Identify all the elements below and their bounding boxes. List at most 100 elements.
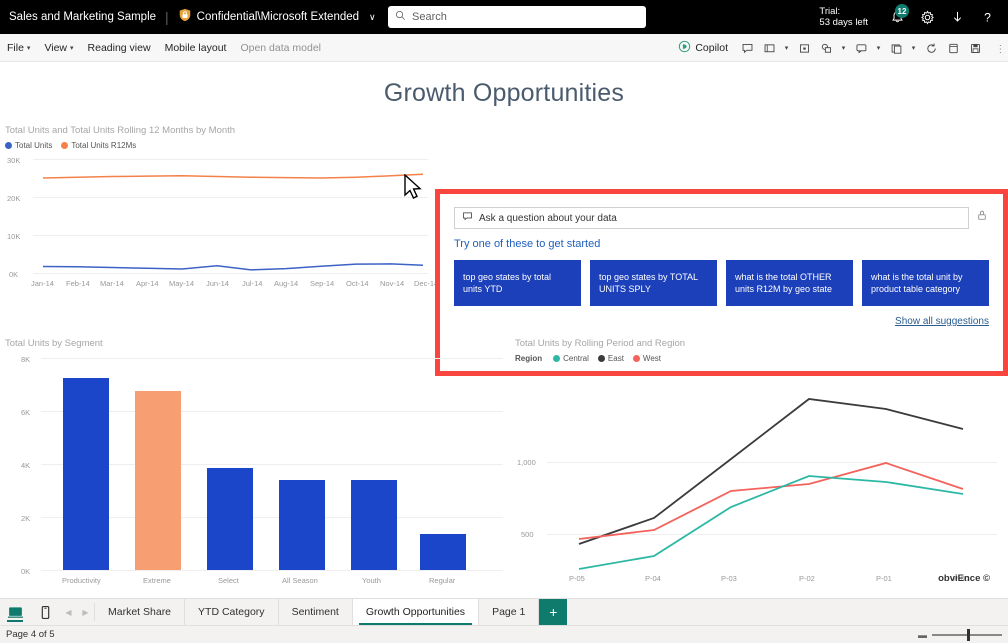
qna-suggestion-button[interactable]: what is the total unit by product table … bbox=[862, 260, 989, 306]
ribbon-item-reading-view[interactable]: Reading view bbox=[81, 34, 158, 62]
gridline bbox=[41, 570, 503, 571]
notification-count-badge: 12 bbox=[895, 4, 909, 18]
add-page-button[interactable]: + bbox=[539, 599, 567, 625]
y-tick-label: 2K bbox=[21, 514, 30, 523]
page-tab-bar: ◀ ▶ Market Share YTD Category Sentiment … bbox=[0, 598, 1008, 625]
x-tick-label: Youth bbox=[362, 576, 381, 585]
page-tab-page-1[interactable]: Page 1 bbox=[479, 599, 539, 625]
show-all-suggestions-link[interactable]: Show all suggestions bbox=[895, 316, 989, 327]
page-tab-ytd-category[interactable]: YTD Category bbox=[185, 599, 279, 625]
help-question-icon[interactable]: ? bbox=[972, 0, 1002, 34]
refresh-icon[interactable] bbox=[920, 34, 942, 62]
gridline bbox=[41, 358, 503, 359]
copilot-button[interactable]: Copilot bbox=[670, 34, 736, 62]
chevron-down-icon[interactable]: ▾ bbox=[780, 34, 793, 62]
legend-item-central[interactable]: Central bbox=[553, 354, 589, 363]
zoom-control[interactable]: ▬ bbox=[918, 626, 1002, 644]
series-line-total-units bbox=[43, 264, 423, 270]
chevron-down-icon: ∨ bbox=[369, 12, 376, 23]
turn-into-visual-icon[interactable] bbox=[975, 209, 989, 228]
more-options-icon[interactable]: ⋮ bbox=[986, 34, 1008, 62]
qna-suggestion-button[interactable]: top geo states by TOTAL UNITS SPLY bbox=[590, 260, 717, 306]
svg-text:?: ? bbox=[984, 10, 991, 24]
notification-bell-icon[interactable]: 12 bbox=[882, 0, 912, 34]
legend-item-total-units[interactable]: Total Units bbox=[5, 141, 52, 150]
legend-item-west[interactable]: West bbox=[633, 354, 661, 363]
search-icon bbox=[395, 8, 406, 26]
subscribe-icon[interactable] bbox=[885, 34, 907, 62]
duplicate-page-icon[interactable] bbox=[942, 34, 964, 62]
visual-units-by-segment-bar-chart[interactable]: Total Units by Segment 8K 6K 4K 2K 0K Pr… bbox=[5, 338, 505, 588]
bookmarks-icon[interactable] bbox=[758, 34, 780, 62]
visual-rolling-period-region-line-chart[interactable]: Total Units by Rolling Period and Region… bbox=[515, 338, 1000, 588]
watermark-obvience: obviEnce © bbox=[938, 573, 990, 584]
y-tick-label: 6K bbox=[21, 408, 30, 417]
visual-title: Total Units by Segment bbox=[5, 338, 505, 349]
series-line-east bbox=[579, 399, 963, 544]
chevron-down-icon[interactable]: ▾ bbox=[907, 34, 920, 62]
chevron-right-icon[interactable]: ▶ bbox=[77, 599, 94, 625]
x-tick-label: Extreme bbox=[143, 576, 171, 585]
app-title[interactable]: Sales and Marketing Sample bbox=[0, 11, 156, 23]
x-tick-label: Select bbox=[218, 576, 239, 585]
save-icon[interactable] bbox=[964, 34, 986, 62]
ribbon-item-open-data-model[interactable]: Open data model bbox=[233, 34, 328, 62]
ribbon-item-file[interactable]: File ▾ bbox=[0, 34, 37, 62]
global-search-box[interactable]: Search bbox=[388, 6, 646, 28]
mobile-view-icon[interactable] bbox=[30, 599, 60, 625]
qna-try-label: Try one of these to get started bbox=[454, 238, 989, 250]
bar-all-season[interactable] bbox=[279, 480, 325, 570]
qna-input-row: Ask a question about your data bbox=[454, 207, 989, 229]
page-tab-market-share[interactable]: Market Share bbox=[95, 599, 185, 625]
chevron-down-icon[interactable]: ▾ bbox=[837, 34, 850, 62]
chevron-down-icon[interactable]: ▾ bbox=[872, 34, 885, 62]
bar-regular[interactable] bbox=[420, 534, 466, 570]
copilot-icon bbox=[678, 40, 691, 56]
qna-question-input[interactable]: Ask a question about your data bbox=[454, 207, 969, 229]
top-header-bar: Sales and Marketing Sample | Confidentia… bbox=[0, 0, 1008, 34]
chevron-left-icon[interactable]: ◀ bbox=[60, 599, 77, 625]
ribbon-item-mobile-layout[interactable]: Mobile layout bbox=[158, 34, 234, 62]
legend-color-swatch bbox=[553, 355, 560, 362]
visual-title: Total Units by Rolling Period and Region bbox=[515, 338, 1000, 349]
header-right-actions: Trial: 53 days left 12 ? bbox=[819, 0, 1002, 34]
zoom-slider-thumb[interactable] bbox=[967, 629, 970, 641]
bar-select[interactable] bbox=[207, 468, 253, 570]
series-line-central bbox=[579, 476, 963, 569]
legend-label: Central bbox=[563, 354, 589, 363]
command-ribbon: File ▾ View ▾ Reading view Mobile layout… bbox=[0, 34, 1008, 62]
desktop-view-icon[interactable] bbox=[0, 599, 30, 625]
qna-suggestion-button[interactable]: what is the total OTHER units R12M by ge… bbox=[726, 260, 853, 306]
ribbon-item-view[interactable]: View ▾ bbox=[37, 34, 80, 62]
trial-status: Trial: 53 days left bbox=[819, 6, 868, 28]
bar-extreme[interactable] bbox=[135, 391, 181, 570]
page-tab-sentiment[interactable]: Sentiment bbox=[279, 599, 353, 625]
ribbon-item-label: Mobile layout bbox=[165, 42, 227, 54]
gridline bbox=[41, 517, 503, 518]
legend-color-swatch bbox=[633, 355, 640, 362]
x-tick-label: P-01 bbox=[876, 574, 892, 583]
settings-gear-icon[interactable] bbox=[912, 0, 942, 34]
chevron-down-icon: ▾ bbox=[27, 44, 31, 52]
chevron-down-icon: ▾ bbox=[70, 44, 74, 52]
shield-lock-icon bbox=[178, 8, 192, 27]
qna-suggestion-button[interactable]: top geo states by total units YTD bbox=[454, 260, 581, 306]
page-tab-growth-opportunities[interactable]: Growth Opportunities bbox=[353, 599, 479, 625]
bar-productivity[interactable] bbox=[63, 378, 109, 570]
sensitivity-label-control[interactable]: Confidential\Microsoft Extended ∨ bbox=[178, 8, 376, 27]
bar-youth[interactable] bbox=[351, 480, 397, 570]
share-icon[interactable] bbox=[815, 34, 837, 62]
visual-total-units-line-chart[interactable]: Total Units and Total Units Rolling 12 M… bbox=[5, 125, 430, 310]
legend-label: Total Units bbox=[15, 141, 52, 150]
zoom-slider-track[interactable] bbox=[932, 634, 1002, 636]
chat-in-teams-icon[interactable] bbox=[850, 34, 872, 62]
legend-item-east[interactable]: East bbox=[598, 354, 624, 363]
download-icon[interactable] bbox=[942, 0, 972, 34]
comment-icon[interactable] bbox=[736, 34, 758, 62]
view-icon[interactable] bbox=[793, 34, 815, 62]
x-tick-label: Jun-14 bbox=[206, 279, 229, 288]
x-tick-label: Nov-14 bbox=[380, 279, 404, 288]
zoom-out-icon[interactable]: ▬ bbox=[918, 630, 927, 640]
page-title: Growth Opportunities bbox=[0, 79, 1008, 108]
legend-item-total-units-r12ms[interactable]: Total Units R12Ms bbox=[61, 141, 136, 150]
